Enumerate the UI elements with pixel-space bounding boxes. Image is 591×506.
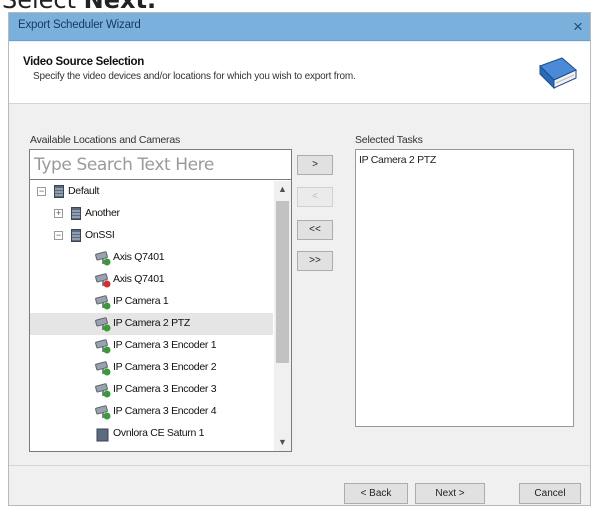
close-icon[interactable]: ×: [566, 13, 590, 41]
search-input[interactable]: Type Search Text Here: [30, 150, 291, 180]
tree-node-label: OnSSI: [85, 229, 115, 241]
tree-node-label: Ovnlora CE Saturn 1: [113, 427, 205, 439]
selected-tasks-label: Selected Tasks: [355, 134, 423, 146]
list-item[interactable]: IP Camera 2 PTZ: [359, 154, 436, 166]
collapse-icon[interactable]: −: [54, 231, 63, 240]
next-button[interactable]: Next >: [415, 483, 485, 504]
tree-node-default[interactable]: − Default: [30, 181, 270, 203]
tree-node-camera-selected[interactable]: IP Camera 2 PTZ: [30, 313, 273, 335]
page-subtitle: Specify the video devices and/or locatio…: [33, 71, 356, 82]
tree-node-label: IP Camera 1: [113, 295, 169, 307]
server-icon: [96, 428, 109, 442]
database-icon: [54, 185, 64, 198]
tree-node-label: IP Camera 3 Encoder 1: [113, 339, 217, 351]
tree-node-camera[interactable]: IP Camera 3 Encoder 4: [30, 401, 270, 423]
tree-node-label: Axis Q7401: [113, 273, 165, 285]
page-title: Video Source Selection: [23, 56, 145, 68]
camera-online-icon: [95, 295, 111, 310]
tree-node-label: Axis Q7401: [113, 251, 165, 263]
footer-divider: [9, 465, 590, 466]
selected-tasks-list[interactable]: IP Camera 2 PTZ: [355, 149, 574, 427]
camera-tree: − Default + Another − OnSSI Axis Q7401 A…: [30, 181, 273, 451]
camera-online-icon: [95, 361, 111, 376]
camera-online-icon: [95, 251, 111, 266]
remove-button[interactable]: <: [297, 187, 333, 207]
back-button[interactable]: < Back: [344, 483, 408, 504]
tree-node-device[interactable]: Ovnlora CE Saturn 1: [30, 423, 270, 445]
title-bar: Export Scheduler Wizard ×: [9, 13, 590, 41]
camera-online-icon: [95, 383, 111, 398]
available-label: Available Locations and Cameras: [30, 134, 181, 146]
scroll-down-icon[interactable]: ▼: [274, 434, 291, 451]
tree-node-camera[interactable]: IP Camera 1: [30, 291, 270, 313]
tree-node-label: IP Camera 2 PTZ: [113, 317, 190, 329]
tree-node-camera[interactable]: IP Camera 3 Encoder 2: [30, 357, 270, 379]
tree-node-label: IP Camera 3 Encoder 3: [113, 383, 217, 395]
cancel-button[interactable]: Cancel: [519, 483, 581, 504]
export-scheduler-wizard-window: Export Scheduler Wizard × Video Source S…: [8, 12, 591, 506]
tree-node-onssi[interactable]: − OnSSI: [30, 225, 270, 247]
tree-node-label: IP Camera 3 Encoder 2: [113, 361, 217, 373]
tree-node-camera[interactable]: Axis Q7401: [30, 247, 270, 269]
tree-node-label: Default: [68, 185, 100, 197]
expand-icon[interactable]: +: [54, 209, 63, 218]
database-icon: [71, 207, 81, 220]
scroll-thumb[interactable]: [276, 201, 289, 363]
remove-all-button[interactable]: <<: [297, 220, 333, 240]
tree-scrollbar[interactable]: ▲ ▼: [274, 181, 291, 451]
scroll-up-icon[interactable]: ▲: [274, 181, 291, 198]
book-icon: [539, 57, 577, 90]
database-icon: [71, 229, 81, 242]
add-all-button[interactable]: >>: [297, 251, 333, 271]
tree-node-camera[interactable]: Axis Q7401: [30, 269, 270, 291]
tree-node-another[interactable]: + Another: [30, 203, 270, 225]
tree-node-camera[interactable]: IP Camera 3 Encoder 3: [30, 379, 270, 401]
tree-node-camera[interactable]: IP Camera 3 Encoder 1: [30, 335, 270, 357]
window-title: Export Scheduler Wizard: [18, 19, 141, 31]
wizard-header: Video Source Selection Specify the video…: [9, 42, 590, 104]
add-button[interactable]: >: [297, 155, 333, 175]
collapse-icon[interactable]: −: [37, 187, 46, 196]
available-list-panel: Type Search Text Here − Default + Anothe…: [29, 149, 292, 452]
camera-online-icon: [95, 405, 111, 420]
camera-online-icon: [95, 339, 111, 354]
camera-offline-icon: [95, 273, 111, 288]
tree-node-label: Another: [85, 207, 120, 219]
instruction-caption: Select Next.: [2, 0, 156, 12]
tree-node-label: IP Camera 3 Encoder 4: [113, 405, 217, 417]
camera-online-icon: [95, 317, 111, 332]
